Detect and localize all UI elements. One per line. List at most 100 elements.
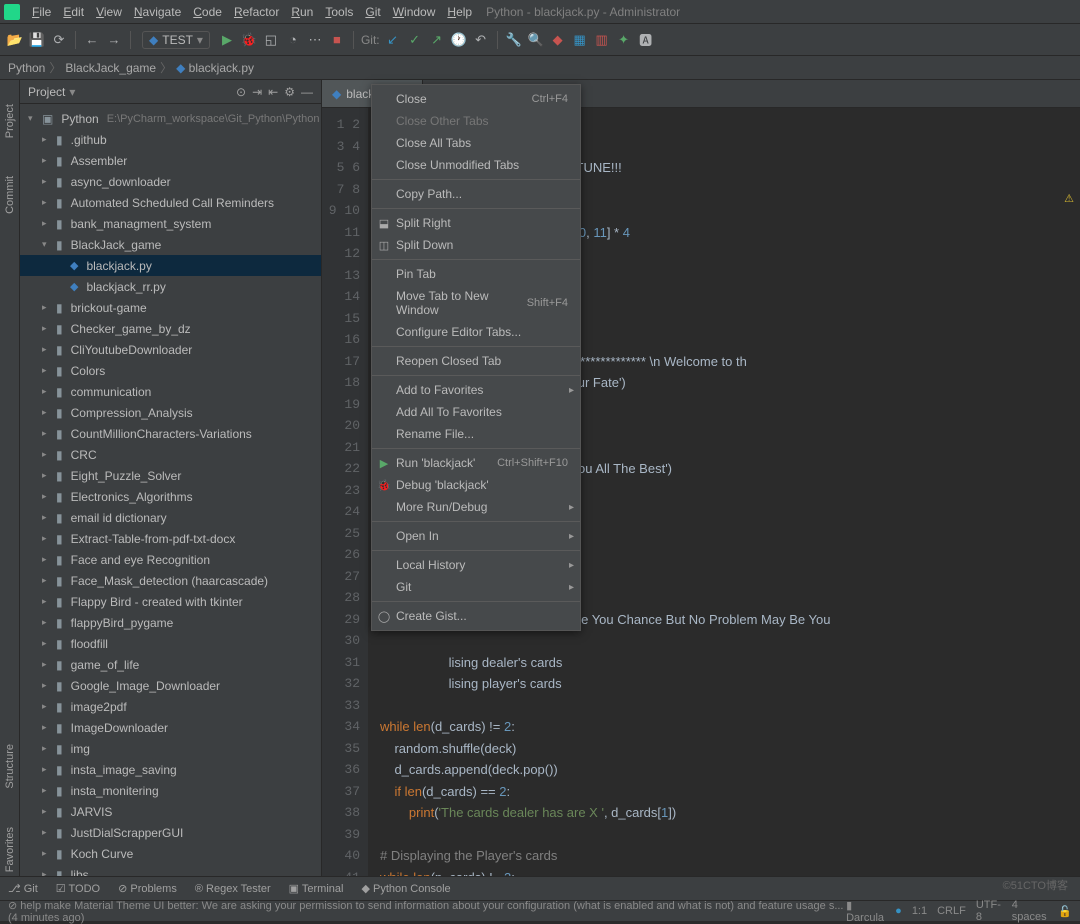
plugin3-icon[interactable]: ▥ — [593, 31, 611, 49]
plugin4-icon[interactable]: ✦ — [615, 31, 633, 49]
tree-row[interactable]: ▸▮Face_Mask_detection (haarcascade) — [20, 570, 321, 591]
tab-problems[interactable]: ⊘ Problems — [118, 882, 177, 895]
crumb-file[interactable]: ◆ blackjack.py — [176, 61, 258, 75]
ctx-copy-path-[interactable]: Copy Path... — [372, 183, 580, 205]
git-rollback-icon[interactable]: ↶ — [472, 31, 490, 49]
tree-row[interactable]: ◆blackjack_rr.py — [20, 276, 321, 297]
tree-row[interactable]: ▸▮Flappy Bird - created with tkinter — [20, 591, 321, 612]
settings-icon[interactable]: ⚙ — [284, 85, 295, 99]
tree-row[interactable]: ▸▮libs — [20, 864, 321, 876]
ctx-more-run-debug[interactable]: More Run/Debug — [372, 496, 580, 518]
git-history-icon[interactable]: 🕐 — [450, 31, 468, 49]
ctx-debug-blackjack-[interactable]: 🐞Debug 'blackjack' — [372, 474, 580, 496]
ctx-close-all-tabs[interactable]: Close All Tabs — [372, 132, 580, 154]
expand-icon[interactable]: ⇥ — [252, 85, 262, 99]
ctx-rename-file-[interactable]: Rename File... — [372, 423, 580, 445]
status-lock-icon[interactable]: 🔓 — [1058, 905, 1072, 918]
tree-row[interactable]: ▸▮JARVIS — [20, 801, 321, 822]
stop-icon[interactable]: ■ — [328, 31, 346, 49]
menu-code[interactable]: Code — [187, 5, 228, 19]
ctx-reopen-closed-tab[interactable]: Reopen Closed Tab — [372, 350, 580, 372]
tree-row[interactable]: ▸▮CRC — [20, 444, 321, 465]
tree-row[interactable]: ▸▮Assembler — [20, 150, 321, 171]
status-theme[interactable]: ▮ Darcula — [846, 899, 885, 924]
ctx-close[interactable]: CloseCtrl+F4 — [372, 88, 580, 110]
search-icon[interactable]: 🔍 — [527, 31, 545, 49]
tree-row[interactable]: ◆blackjack.py — [20, 255, 321, 276]
tab-context-menu[interactable]: CloseCtrl+F4Close Other TabsClose All Ta… — [371, 84, 581, 631]
menu-window[interactable]: Window — [387, 5, 442, 19]
tree-row[interactable]: ▸▮Automated Scheduled Call Reminders — [20, 192, 321, 213]
menu-tools[interactable]: Tools — [319, 5, 359, 19]
tab-terminal[interactable]: ▣ Terminal — [289, 882, 344, 895]
tree-row[interactable]: ▸▮ImageDownloader — [20, 717, 321, 738]
ctx-local-history[interactable]: Local History — [372, 554, 580, 576]
refresh-icon[interactable]: ⟳ — [50, 31, 68, 49]
run-icon[interactable]: ▶ — [218, 31, 236, 49]
tree-row[interactable]: ▸▮flappyBird_pygame — [20, 612, 321, 633]
tree-row[interactable]: ▾▣PythonE:\PyCharm_workspace\Git_Python\… — [20, 108, 321, 129]
menu-edit[interactable]: Edit — [57, 5, 90, 19]
tree-row[interactable]: ▸▮img — [20, 738, 321, 759]
build-icon[interactable]: 🔧 — [505, 31, 523, 49]
tree-row[interactable]: ▸▮bank_managment_system — [20, 213, 321, 234]
debug-icon[interactable]: 🐞 — [240, 31, 258, 49]
collapse-icon[interactable]: ⇤ — [268, 85, 278, 99]
ctx-configure-editor-tabs-[interactable]: Configure Editor Tabs... — [372, 321, 580, 343]
tab-regex[interactable]: ® Regex Tester — [195, 883, 271, 895]
run-config-selector[interactable]: ◆ TEST ▾ — [142, 31, 210, 49]
hide-icon[interactable]: — — [301, 85, 313, 99]
git-push-icon[interactable]: ↗ — [428, 31, 446, 49]
tab-project[interactable]: Project — [3, 100, 17, 142]
tab-structure[interactable]: Structure — [3, 740, 17, 793]
menu-git[interactable]: Git — [359, 5, 386, 19]
project-tree[interactable]: ▾▣PythonE:\PyCharm_workspace\Git_Python\… — [20, 104, 321, 876]
tree-row[interactable]: ▸▮.github — [20, 129, 321, 150]
ctx-move-tab-to-new-window[interactable]: Move Tab to New WindowShift+F4 — [372, 285, 580, 321]
tab-commit[interactable]: Commit — [3, 172, 17, 218]
tree-row[interactable]: ▾▮BlackJack_game — [20, 234, 321, 255]
tree-row[interactable]: ▸▮Compression_Analysis — [20, 402, 321, 423]
ctx-split-right[interactable]: ⬓Split Right — [372, 212, 580, 234]
status-encoding[interactable]: UTF-8 — [976, 899, 1002, 923]
tree-row[interactable]: ▸▮CliYoutubeDownloader — [20, 339, 321, 360]
ctx-add-all-to-favorites[interactable]: Add All To Favorites — [372, 401, 580, 423]
tree-row[interactable]: ▸▮image2pdf — [20, 696, 321, 717]
tree-row[interactable]: ▸▮async_downloader — [20, 171, 321, 192]
status-caret[interactable]: 1:1 — [912, 905, 927, 917]
tree-row[interactable]: ▸▮game_of_life — [20, 654, 321, 675]
ctx-add-to-favorites[interactable]: Add to Favorites — [372, 379, 580, 401]
ctx-run-blackjack-[interactable]: ▶Run 'blackjack'Ctrl+Shift+F10 — [372, 452, 580, 474]
tree-row[interactable]: ▸▮email id dictionary — [20, 507, 321, 528]
select-opened-icon[interactable]: ⊙ — [236, 85, 246, 99]
menu-view[interactable]: View — [90, 5, 128, 19]
tab-git[interactable]: ⎇ Git — [8, 882, 38, 895]
more-icon[interactable]: ⋯ — [306, 31, 324, 49]
profile-icon[interactable]: ◔ — [284, 31, 302, 49]
save-icon[interactable]: 💾 — [28, 31, 46, 49]
status-lineend[interactable]: CRLF — [937, 905, 966, 917]
menu-refactor[interactable]: Refactor — [228, 5, 285, 19]
ctx-pin-tab[interactable]: Pin Tab — [372, 263, 580, 285]
line-gutter[interactable]: 1 2 3 4 5 6 7 8 9 10 11 12 13 14 15 16 1… — [322, 108, 368, 876]
tree-row[interactable]: ▸▮brickout-game — [20, 297, 321, 318]
forward-icon[interactable]: → — [105, 31, 123, 49]
tree-row[interactable]: ▸▮Checker_game_by_dz — [20, 318, 321, 339]
tab-python-console[interactable]: ◆ Python Console — [361, 882, 450, 895]
ctx-open-in[interactable]: Open In — [372, 525, 580, 547]
tree-row[interactable]: ▸▮JustDialScrapperGUI — [20, 822, 321, 843]
menu-help[interactable]: Help — [441, 5, 478, 19]
tree-row[interactable]: ▸▮Eight_Puzzle_Solver — [20, 465, 321, 486]
warning-indicator-icon[interactable]: ⚠ — [1064, 192, 1074, 205]
tree-row[interactable]: ▸▮Colors — [20, 360, 321, 381]
open-icon[interactable]: 📂 — [6, 31, 24, 49]
ctx-split-down[interactable]: ◫Split Down — [372, 234, 580, 256]
ctx-close-unmodified-tabs[interactable]: Close Unmodified Tabs — [372, 154, 580, 176]
tab-favorites[interactable]: Favorites — [3, 823, 17, 876]
tree-row[interactable]: ▸▮Koch Curve — [20, 843, 321, 864]
tree-row[interactable]: ▸▮CountMillionCharacters-Variations — [20, 423, 321, 444]
tree-row[interactable]: ▸▮insta_image_saving — [20, 759, 321, 780]
crumb-project[interactable]: Python — [8, 59, 61, 76]
git-pull-icon[interactable]: ↙ — [384, 31, 402, 49]
back-icon[interactable]: ← — [83, 31, 101, 49]
